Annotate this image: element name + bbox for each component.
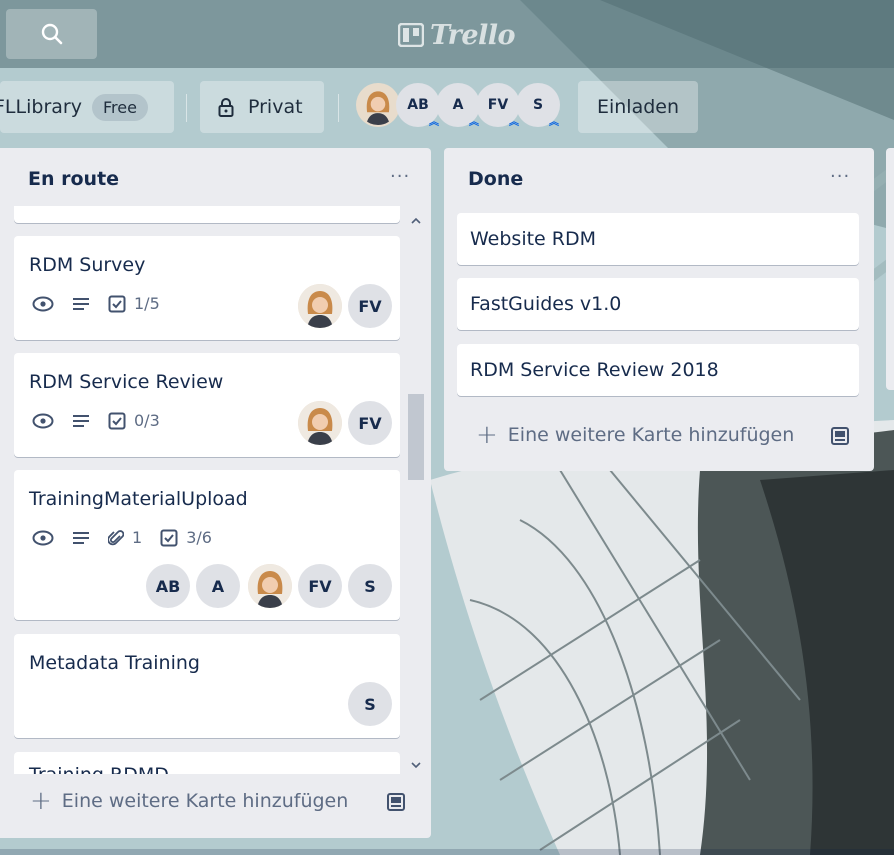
scrollbar-thumb[interactable]	[408, 394, 424, 480]
card-member-avatar-photo[interactable]	[298, 284, 342, 328]
plus-icon: +	[476, 420, 498, 450]
card-template-icon[interactable]	[386, 792, 406, 812]
checklist-icon	[108, 295, 126, 312]
avatar-photo	[298, 401, 342, 445]
board-members: ︽ AB ︽ A ︽ FV ︽ S ︽	[356, 83, 560, 133]
checklist-icon	[108, 412, 126, 429]
card-clip: Training RDMD	[14, 752, 400, 774]
admin-chevron-icon: ︽	[509, 117, 519, 128]
invite-label: Einladen	[596, 96, 680, 118]
description-icon	[73, 414, 89, 427]
admin-chevron-icon: ︽	[389, 117, 399, 127]
checklist-badge: 3/6	[160, 528, 212, 547]
checklist-icon	[160, 529, 178, 546]
card-website-rdm[interactable]: Website RDM	[457, 213, 859, 265]
avatar-photo	[248, 564, 292, 608]
eye-icon	[32, 530, 54, 545]
description-icon	[73, 531, 89, 544]
add-card-button[interactable]: + Eine weitere Karte hinzufügen	[30, 788, 348, 814]
card-title: RDM Survey	[29, 254, 146, 276]
admin-chevron-icon: ︽	[469, 117, 479, 128]
scroll-down-icon	[411, 762, 421, 769]
card-training-material-upload[interactable]: TrainingMaterialUpload 1 3/6 AB A FV S	[14, 470, 400, 620]
list-title[interactable]: Done	[468, 168, 523, 190]
search-icon	[41, 23, 62, 45]
list-menu-button[interactable]: ···	[390, 166, 410, 187]
card-rdm-service-review-2018[interactable]: RDM Service Review 2018	[457, 344, 859, 396]
member-avatar-s[interactable]: S ︽	[516, 83, 560, 128]
admin-chevron-icon: ︽	[549, 117, 559, 128]
list-title[interactable]: En route	[28, 168, 119, 190]
checklist-badge: 0/3	[108, 411, 160, 430]
card-title: RDM Service Review	[29, 371, 224, 393]
eye-icon	[32, 296, 54, 311]
card-member-avatar-fv[interactable]: FV	[298, 564, 342, 608]
list-en-route: En route ··· RDM Survey 1/5 FV RDM Servi…	[0, 148, 431, 838]
visibility-label: Privat	[248, 96, 303, 118]
board-header: FLLibrary Free Privat ︽ AB ︽ A ︽ FV ︽ S ︽ Ei…	[0, 68, 894, 148]
lock-icon	[218, 98, 234, 117]
card-title: Website RDM	[470, 228, 597, 250]
eye-icon	[32, 413, 54, 428]
attachment-badge: 1	[108, 528, 142, 547]
card-title: TrainingMaterialUpload	[29, 488, 248, 510]
card-member-avatar-s[interactable]: S	[348, 682, 392, 726]
card-rdm-survey[interactable]: RDM Survey 1/5 FV	[14, 236, 400, 340]
checklist-badge: 1/5	[108, 294, 160, 313]
card-title: Metadata Training	[29, 652, 200, 674]
visibility-button[interactable]: Privat	[200, 81, 324, 133]
member-avatar-ab[interactable]: AB ︽	[396, 83, 440, 128]
description-icon	[73, 297, 89, 310]
card-member-avatar-s[interactable]: S	[348, 564, 392, 608]
plan-badge: Free	[91, 93, 148, 121]
scroll-up-icon	[411, 217, 421, 224]
board-name-button[interactable]: FLLibrary Free	[0, 81, 174, 133]
admin-chevron-icon: ︽	[429, 117, 439, 128]
search-button[interactable]	[6, 9, 97, 59]
card-rdm-service-review[interactable]: RDM Service Review 0/3 FV	[14, 353, 400, 457]
plus-icon: +	[30, 786, 52, 816]
list-done: Done ··· Website RDM FastGuides v1.0 RDM…	[444, 148, 874, 471]
list-menu-button[interactable]: ···	[830, 166, 850, 187]
card-metadata-training[interactable]: Metadata Training S	[14, 634, 400, 738]
card-member-avatar-fv[interactable]: FV	[348, 284, 392, 328]
trello-logo-icon	[398, 23, 424, 47]
paperclip-icon	[108, 529, 124, 545]
divider	[338, 94, 339, 122]
member-avatar-fv[interactable]: FV ︽	[476, 83, 520, 128]
card-training-rdmd[interactable]: Training RDMD	[14, 752, 400, 774]
add-card-button[interactable]: + Eine weitere Karte hinzufügen	[476, 422, 794, 448]
card-title: RDM Service Review 2018	[470, 359, 719, 381]
card-member-avatar-ab[interactable]: AB	[146, 564, 190, 608]
top-app-bar: Trello	[0, 0, 894, 68]
card-partial[interactable]	[14, 206, 400, 223]
card-title: FastGuides v1.0	[470, 293, 622, 315]
card-member-avatar-photo[interactable]	[298, 401, 342, 445]
card-member-avatar-a[interactable]: A	[196, 564, 240, 608]
card-member-avatar-fv[interactable]: FV	[348, 401, 392, 445]
invite-button[interactable]: Einladen	[578, 81, 698, 133]
member-avatar-a[interactable]: A ︽	[436, 83, 480, 128]
avatar-photo	[298, 284, 342, 328]
logo-text: Trello	[430, 19, 516, 51]
list-scrollbar[interactable]	[405, 214, 424, 778]
board-horizontal-scrollbar[interactable]	[0, 849, 894, 855]
card-template-icon[interactable]	[830, 426, 850, 446]
member-avatar-photo[interactable]: ︽	[356, 83, 400, 127]
trello-logo[interactable]: Trello	[398, 18, 516, 52]
board-name: FLLibrary	[0, 96, 82, 118]
divider	[186, 94, 187, 122]
card-fastguides[interactable]: FastGuides v1.0	[457, 278, 859, 330]
card-member-avatar-photo[interactable]	[248, 564, 292, 608]
card-title: Training RDMD	[29, 764, 169, 774]
list-partial	[886, 148, 894, 390]
